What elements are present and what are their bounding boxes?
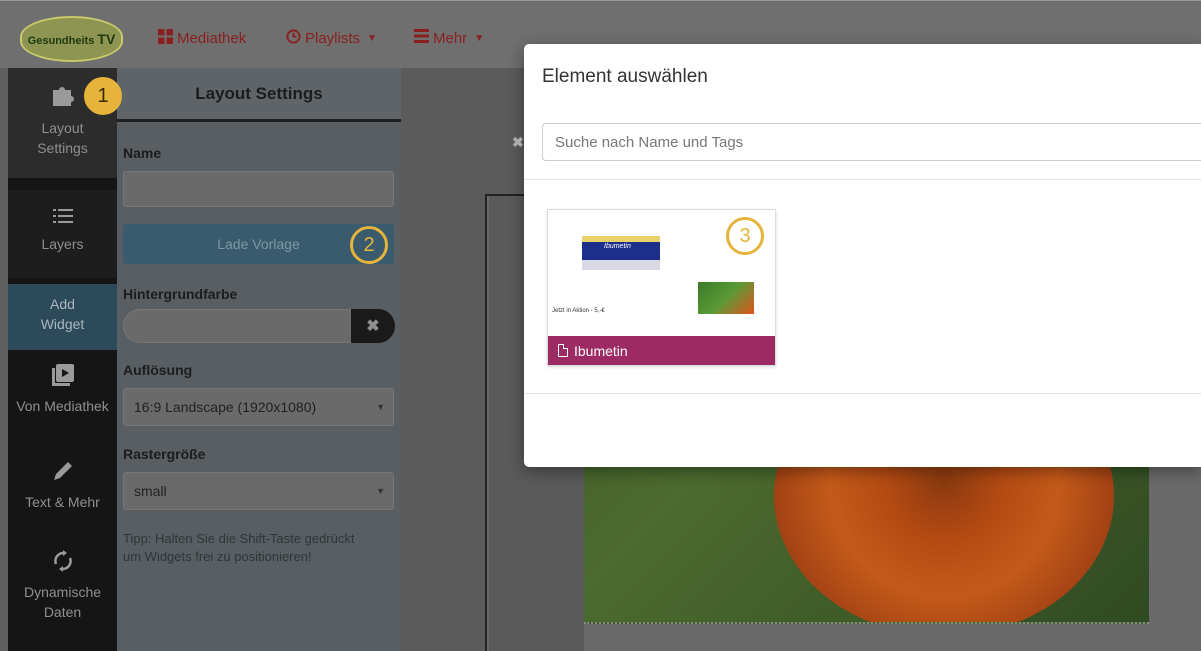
logo-text: Gesundheits TV — [27, 31, 116, 47]
card-name: Ibumetin — [574, 342, 628, 359]
panel-title: Layout Settings — [117, 68, 401, 122]
sidebar-item-text-mehr[interactable]: Text & Mehr — [8, 454, 117, 512]
shift-tip: Tipp: Halten Sie die Shift-Taste gedrück… — [123, 531, 355, 564]
nav-mehr[interactable]: Mehr ▼ — [414, 29, 484, 47]
menu-icon — [414, 29, 429, 47]
refresh-icon — [8, 550, 117, 578]
thumb-butterfly-image — [698, 282, 754, 314]
nav-mediathek-label: Mediathek — [177, 30, 247, 47]
list-icon — [8, 204, 117, 230]
caret-down-icon: ▼ — [474, 32, 485, 44]
grid-icon — [158, 29, 173, 48]
modal-title: Element auswählen — [542, 66, 708, 87]
layout-settings-panel: Layout Settings Name Lade Vorlage Hinter… — [117, 68, 401, 651]
thumb-caption: Jetzt in Aktion - 5,-€ — [552, 308, 605, 314]
video-library-icon — [8, 364, 117, 392]
caret-down-icon: ▼ — [367, 33, 377, 44]
clock-icon — [286, 29, 301, 48]
sidebar-item-layers[interactable]: Layers — [8, 190, 117, 278]
grid-size-value: small — [134, 483, 167, 499]
bgcolor-input[interactable] — [123, 309, 353, 343]
sidebar-item-von-mediathek[interactable]: Von Mediathek — [8, 358, 117, 416]
product-pack-image: Ibumetin — [582, 236, 660, 270]
bgcolor-label: Hintergrundfarbe — [123, 286, 238, 302]
resolution-select[interactable]: 16:9 Landscape (1920x1080) ▼ — [123, 388, 394, 426]
clear-color-button[interactable]: ✖ — [351, 309, 395, 343]
close-icon[interactable]: ✖ — [512, 134, 524, 151]
close-icon: ✖ — [366, 318, 380, 335]
file-icon — [558, 344, 568, 357]
app-logo[interactable]: Gesundheits TV — [20, 16, 123, 62]
name-label: Name — [123, 145, 162, 161]
editor-sidebar: Layout Settings Layers Add Widget Von Me… — [8, 68, 117, 651]
chevron-down-icon: ▼ — [376, 486, 385, 496]
step-marker-2: 2 — [350, 226, 388, 264]
card-footer: Ibumetin — [548, 336, 775, 365]
grid-size-select[interactable]: small ▼ — [123, 472, 394, 510]
step-marker-3: 3 — [726, 217, 764, 255]
divider — [524, 179, 1201, 180]
search-input[interactable] — [542, 123, 1201, 161]
sidebar-item-dynamische-daten[interactable]: Dynamische Daten — [8, 544, 117, 622]
step-marker-1: 1 — [84, 77, 122, 115]
nav-playlists-label: Playlists — [305, 30, 361, 47]
nav-mediathek[interactable]: Mediathek — [158, 29, 246, 48]
nav-playlists[interactable]: Playlists ▼ — [286, 29, 377, 48]
nav-mehr-label: Mehr — [433, 29, 468, 47]
element-select-modal: Element auswählen ✖ Ibumetin Jetzt in Ak… — [512, 44, 1201, 467]
grid-label: Rastergröße — [123, 446, 206, 462]
divider — [524, 393, 1201, 394]
bgcolor-group: ✖ — [123, 309, 395, 343]
pack-label: Ibumetin — [604, 243, 631, 250]
chevron-down-icon: ▼ — [376, 402, 385, 412]
pencil-icon — [8, 460, 117, 488]
name-input[interactable] — [123, 171, 394, 207]
sidebar-item-add-widget[interactable]: Add Widget — [8, 284, 117, 350]
resolution-label: Auflösung — [123, 362, 193, 378]
resolution-value: 16:9 Landscape (1920x1080) — [134, 399, 317, 415]
